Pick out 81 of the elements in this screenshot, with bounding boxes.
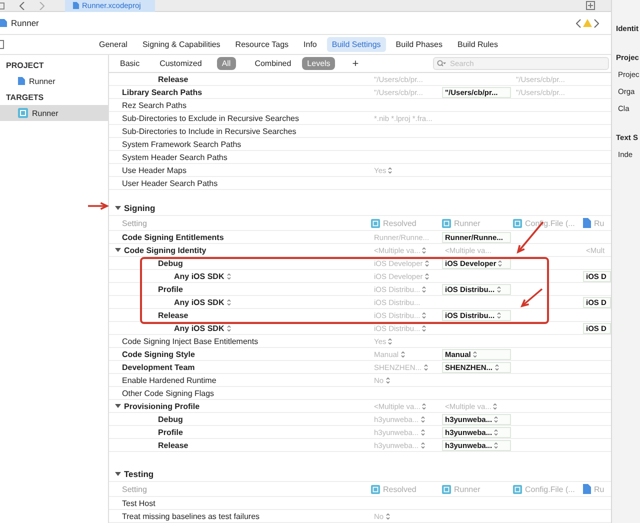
- back-icon[interactable]: [576, 18, 581, 28]
- setting-name: Any iOS SDK: [174, 298, 224, 306]
- setting-name: Debug: [158, 258, 183, 268]
- disclosure-triangle-icon[interactable]: [115, 402, 121, 408]
- grid-icon[interactable]: [0, 2, 5, 10]
- setting-name: Library Search Paths: [122, 88, 202, 96]
- settings-tab[interactable]: Build Phases: [390, 37, 448, 52]
- breadcrumb-title[interactable]: Runner: [11, 18, 39, 28]
- sidebar-item[interactable]: Runner: [0, 105, 108, 121]
- target-icon: [513, 218, 522, 228]
- section-title: Testing: [124, 469, 154, 479]
- column-header: Config.File (...: [525, 484, 575, 494]
- setting-name: Use Header Maps: [122, 166, 186, 174]
- setting-name: Code Signing Inject Base Entitlements: [122, 336, 258, 346]
- setting-name: Profile: [158, 428, 183, 436]
- target-icon: [513, 484, 522, 494]
- column-header: Runner: [454, 218, 480, 228]
- disclosure-triangle-icon[interactable]: [115, 204, 121, 210]
- section-title: Signing: [124, 203, 156, 213]
- target-icon: [442, 484, 451, 494]
- search-icon: [437, 60, 446, 67]
- document-icon: [73, 2, 79, 10]
- setting-name: Profile: [158, 284, 183, 294]
- document-icon: [583, 484, 591, 494]
- filter-button[interactable]: Levels: [302, 57, 336, 70]
- column-header: Setting: [122, 218, 147, 228]
- document-icon: [0, 18, 7, 28]
- setting-name: Debug: [158, 414, 183, 424]
- setting-name: Release: [158, 440, 188, 450]
- setting-name: Release: [158, 74, 188, 84]
- setting-name: Sub-Directories to Exclude in Recursive Searches: [122, 114, 299, 122]
- target-icon: [442, 218, 451, 228]
- setting-name: System Header Search Paths: [122, 152, 228, 162]
- setting-name: Test Host: [122, 498, 156, 508]
- document-icon: [583, 218, 591, 228]
- add-editor-icon[interactable]: [586, 1, 595, 10]
- column-header: Ru: [594, 218, 604, 228]
- disclosure-triangle-icon[interactable]: [115, 246, 121, 252]
- target-icon: [371, 484, 380, 494]
- filter-button[interactable]: All: [216, 57, 236, 70]
- column-header: Resolved: [383, 218, 416, 228]
- sidebar-heading: TARGETS: [5, 92, 45, 104]
- target-icon: [371, 218, 380, 228]
- sidebar-toggle-icon[interactable]: [0, 40, 4, 49]
- settings-tab[interactable]: Build Rules: [452, 37, 503, 52]
- setting-name: Provisioning Profile: [124, 402, 200, 410]
- setting-name: User Header Search Paths: [122, 178, 218, 188]
- sidebar-item[interactable]: Runner: [0, 73, 108, 89]
- column-header: Config.File (...: [525, 218, 575, 228]
- settings-tab[interactable]: Info: [298, 37, 322, 52]
- column-header: Runner: [454, 484, 480, 494]
- setting-name: Any iOS SDK: [174, 324, 224, 332]
- settings-tab[interactable]: Resource Tags: [230, 37, 294, 52]
- filter-button[interactable]: Combined: [250, 57, 296, 70]
- settings-tab[interactable]: General: [94, 37, 132, 52]
- filter-button[interactable]: Basic: [115, 57, 145, 70]
- forward-icon[interactable]: [594, 18, 599, 28]
- setting-name: Sub-Directories to Include in Recursive Searches: [122, 126, 296, 136]
- column-header: Resolved: [383, 484, 416, 494]
- setting-name: Code Signing Entitlements: [122, 232, 224, 242]
- settings-tab[interactable]: Build Settings: [326, 37, 386, 52]
- add-button[interactable]: +: [349, 58, 362, 70]
- setting-name: Rez Search Paths: [122, 100, 186, 110]
- setting-name: Release: [158, 310, 188, 320]
- annotation-arrow: [520, 288, 543, 308]
- setting-name: Any iOS SDK: [174, 272, 224, 280]
- column-header: Setting: [122, 484, 147, 494]
- setting-name: System Framework Search Paths: [122, 140, 242, 148]
- disclosure-triangle-icon[interactable]: [115, 470, 121, 476]
- setting-name: Development Team: [122, 362, 195, 372]
- filter-button[interactable]: Customized: [154, 57, 207, 70]
- annotation-arrow: [88, 202, 110, 210]
- sidebar-heading: PROJECT: [5, 60, 45, 72]
- setting-name: Enable Hardened Runtime: [122, 376, 216, 384]
- back-icon[interactable]: [19, 2, 25, 10]
- settings-tab[interactable]: Signing & Capabilities: [137, 37, 226, 52]
- setting-name: Other Code Signing Flags: [122, 388, 214, 398]
- setting-name: Code Signing Identity: [124, 246, 206, 254]
- setting-name: Treat missing baselines as test failures: [122, 512, 260, 520]
- setting-name: Code Signing Style: [122, 350, 195, 358]
- column-header: Ru: [594, 484, 604, 494]
